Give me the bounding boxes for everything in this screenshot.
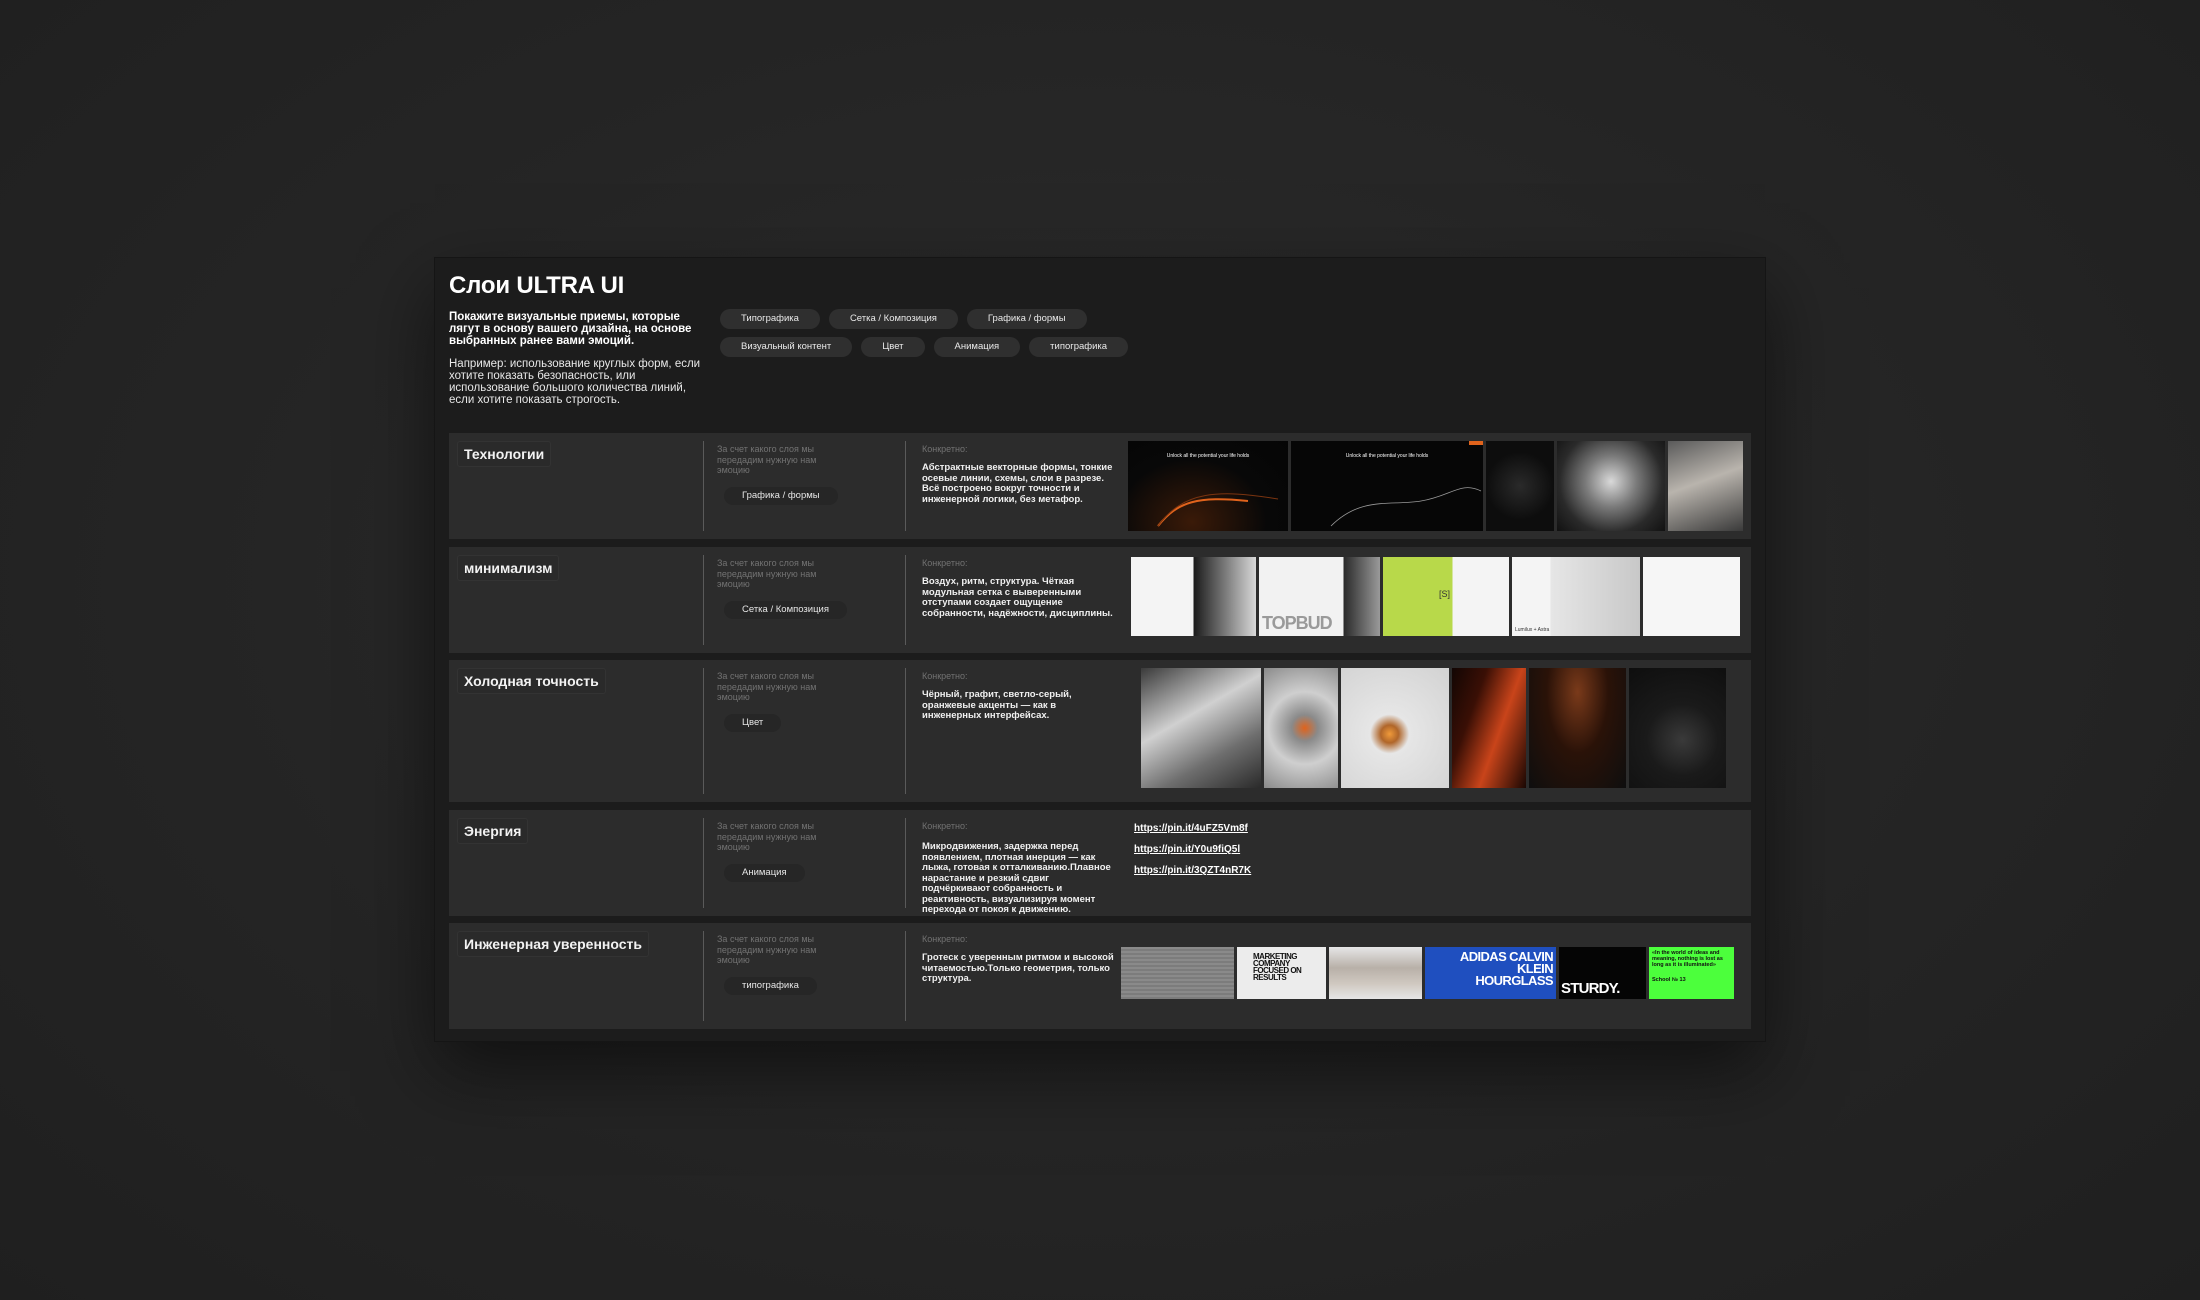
row-energy: Энергия За счет какого слоя мы передадим… [449,810,1751,916]
row-title: Энергия [457,818,529,844]
curve-graphic [1157,493,1279,527]
row-tag[interactable]: Анимация [724,864,805,882]
reference-image[interactable] [1341,668,1449,788]
layer-chips: Типографика Сетка / Композиция Графика /… [720,309,1160,357]
row-concrete-label: Конкретно: [922,558,968,568]
image-caption: STURDY. [1561,980,1620,997]
row-tag[interactable]: типографика [724,977,817,995]
reference-image[interactable] [1668,441,1743,531]
reference-image[interactable] [1121,947,1234,999]
row-title: Холодная точность [457,668,606,694]
reference-image[interactable]: Unlock all the potential your life holds [1291,441,1483,531]
image-caption: Lumilux + Astra [1515,627,1550,633]
board-example-note: Например: использование круглых форм, ес… [449,358,701,406]
reference-image[interactable]: Unlock all the potential your life holds [1128,441,1288,531]
divider [703,931,704,1021]
row-cold-precision: Холодная точность За счет какого слоя мы… [449,660,1751,802]
image-caption: ADIDAS CALVIN KLEIN HOURGLASS [1459,949,1554,988]
reference-image[interactable]: Lumilux + Astra [1512,557,1640,636]
image-caption: School № 13 [1652,977,1686,983]
reference-image[interactable]: ADIDAS CALVIN KLEIN HOURGLASS [1425,947,1556,999]
row-engineering-confidence: Инженерная уверенность За счет какого сл… [449,923,1751,1029]
chip-grid[interactable]: Сетка / Композиция [828,309,958,329]
row-concrete-label: Конкретно: [922,934,968,944]
row-tag[interactable]: Графика / формы [724,487,838,505]
reference-image[interactable] [1264,668,1338,788]
reference-images: MARKETING COMPANY FOCUSED ON RESULTS ADI… [1121,947,1734,999]
row-technologies: Технологии За счет какого слоя мы переда… [449,433,1751,539]
reference-image[interactable]: «In the world of ideas and meaning, noth… [1649,947,1734,999]
image-caption: TOPBUD [1262,613,1333,633]
image-caption: «In the world of ideas and meaning, noth… [1652,950,1723,968]
divider [905,818,906,908]
reference-image[interactable] [1452,668,1526,788]
row-hint: За счет какого слоя мы передадим нужную … [717,671,817,702]
row-title: минимализм [457,555,560,581]
board-title: Слои ULTRA UI [449,272,625,299]
row-hint: За счет какого слоя мы передадим нужную … [717,444,817,475]
chip-animation[interactable]: Анимация [933,337,1021,357]
row-concrete-text: Гротеск с уверенным ритмом и высокой чит… [922,952,1114,984]
reference-image[interactable]: TOPBUD [1259,557,1380,636]
reference-images [1141,668,1726,788]
row-concrete-label: Конкретно: [922,671,968,681]
chip-typography[interactable]: Типографика [720,309,820,329]
row-concrete-text: Микродвижения, задержка перед появлением… [922,841,1111,915]
row-concrete-text: Воздух, ритм, структура. Чёткая модульна… [922,576,1113,619]
row-title: Технологии [457,441,552,467]
pin-link[interactable]: https://pin.it/3QZT4nR7K [1134,865,1251,876]
reference-image[interactable] [1486,441,1554,531]
reference-image[interactable] [1557,441,1665,531]
divider [703,555,704,645]
divider [905,668,906,794]
pin-link[interactable]: https://pin.it/4uFZ5Vm8f [1134,823,1251,834]
board-lead-text: Покажите визуальные приемы, которые лягу… [449,311,692,347]
reference-images: TOPBUD [S] Lumilux + Astra [1131,557,1740,636]
reference-image[interactable] [1329,947,1422,999]
row-minimalism: минимализм За счет какого слоя мы переда… [449,547,1751,653]
image-caption: MARKETING COMPANY FOCUSED ON RESULTS [1253,952,1302,982]
chip-visual-content[interactable]: Визуальный контент [720,337,853,357]
reference-image[interactable]: [S] [1383,557,1509,636]
moodboard-frame: Слои ULTRA UI Покажите визуальные приемы… [435,258,1765,1041]
divider [703,668,704,794]
row-tag[interactable]: Цвет [724,714,782,732]
divider [905,931,906,1021]
row-hint: За счет какого слоя мы передадим нужную … [717,821,817,852]
row-concrete-label: Конкретно: [922,444,968,454]
image-caption: [S] [1439,589,1451,599]
row-tag[interactable]: Сетка / Композиция [724,601,847,619]
curve-graphic [1330,441,1483,527]
pin-link[interactable]: https://pin.it/Y0u9fiQ5l [1134,844,1251,855]
divider [703,441,704,531]
reference-image[interactable] [1643,557,1740,636]
reference-images: Unlock all the potential your life holds… [1128,441,1743,531]
reference-image[interactable] [1141,668,1261,788]
chip-graphics[interactable]: Графика / формы [966,309,1087,329]
reference-image[interactable]: STURDY. [1559,947,1646,999]
chip-typography-2[interactable]: типографика [1029,337,1129,357]
row-concrete-label: Конкретно: [922,821,968,831]
divider [905,555,906,645]
reference-image[interactable] [1529,668,1626,788]
row-concrete-text: Абстрактные векторные формы, тонкие осев… [922,462,1113,505]
reference-image[interactable] [1131,557,1256,636]
divider [905,441,906,531]
row-hint: За счет какого слоя мы передадим нужную … [717,558,817,589]
reference-image[interactable]: MARKETING COMPANY FOCUSED ON RESULTS [1237,947,1326,999]
row-title: Инженерная уверенность [457,931,650,957]
row-hint: За счет какого слоя мы передадим нужную … [717,934,817,965]
row-concrete-text: Чёрный, графит, светло-серый, оранжевые … [922,689,1072,721]
divider [703,818,704,908]
chip-color[interactable]: Цвет [861,337,925,357]
reference-links: https://pin.it/4uFZ5Vm8f https://pin.it/… [1134,823,1251,886]
reference-image[interactable] [1629,668,1726,788]
